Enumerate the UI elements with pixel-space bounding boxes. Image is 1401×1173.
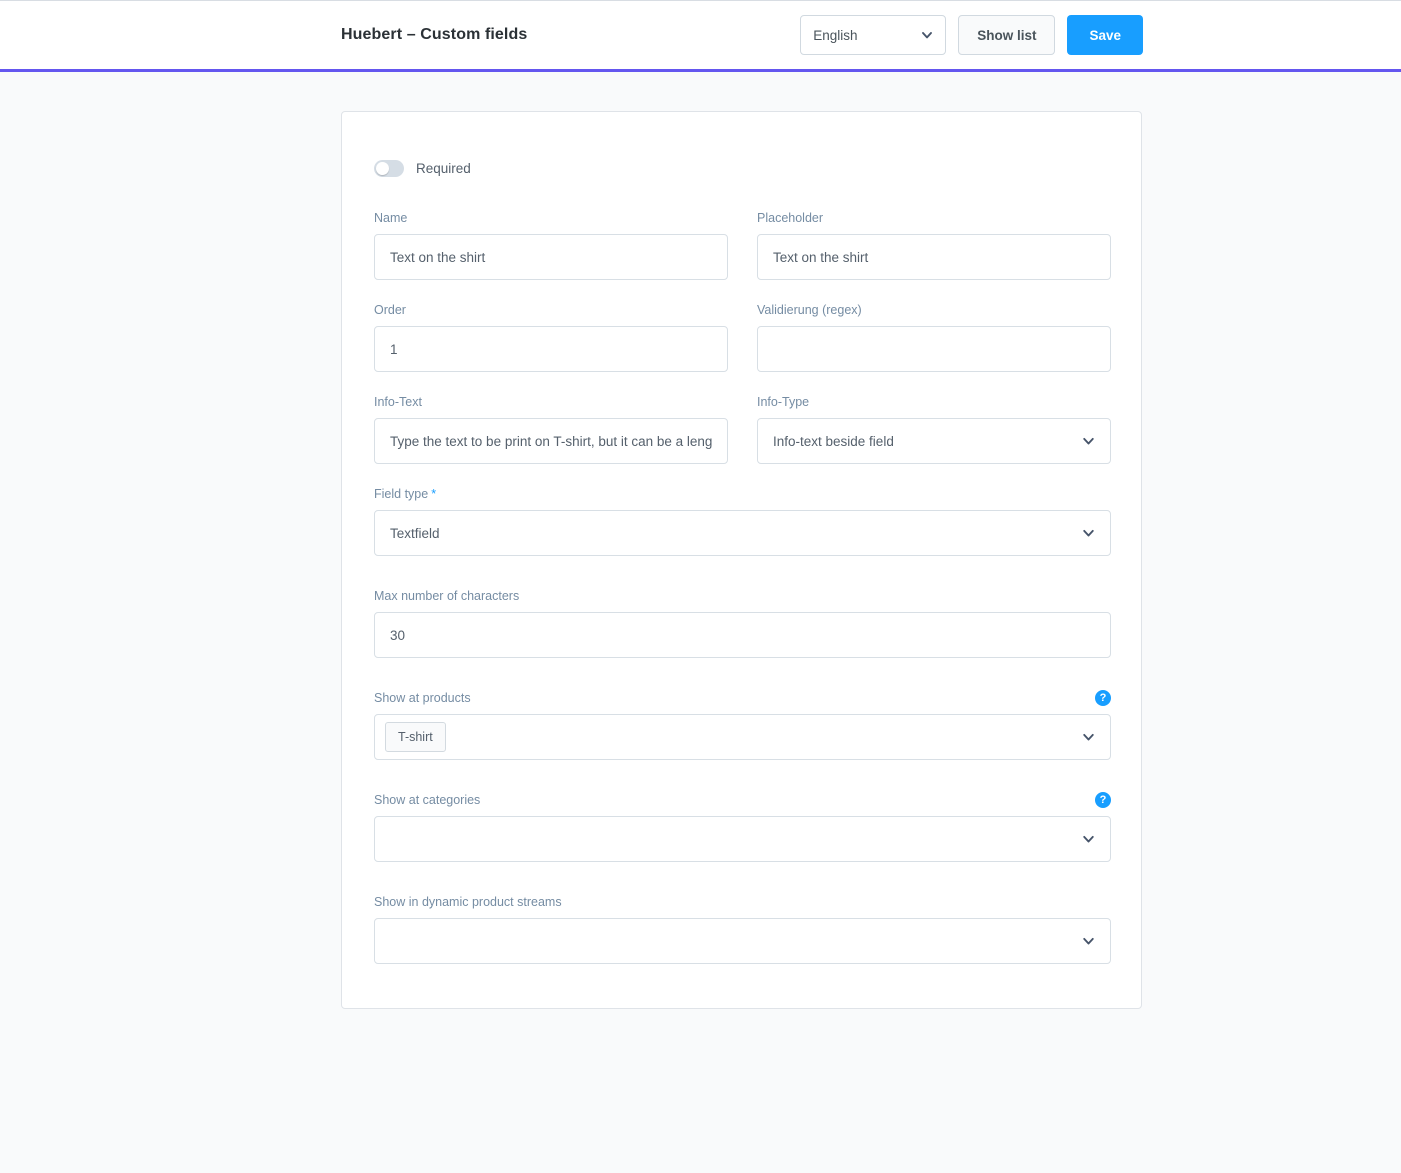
- info-text-input[interactable]: [374, 418, 728, 464]
- show-in-streams-label-line: Show in dynamic product streams: [374, 893, 1111, 911]
- content-area: Required Name Placeholder Order: [0, 72, 1401, 1086]
- field-field-type: Field type * Textfield: [374, 485, 1111, 556]
- order-label-line: Order: [374, 301, 728, 319]
- validation-input[interactable]: [757, 326, 1111, 372]
- save-button[interactable]: Save: [1067, 15, 1143, 55]
- toggle-knob: [376, 162, 389, 175]
- field-type-select[interactable]: Textfield: [374, 510, 1111, 556]
- field-type-value: Textfield: [390, 525, 440, 541]
- order-input[interactable]: [374, 326, 728, 372]
- show-in-streams-select[interactable]: [374, 918, 1111, 964]
- validation-label: Validierung (regex): [757, 303, 862, 317]
- name-label-line: Name: [374, 209, 728, 227]
- required-toggle[interactable]: [374, 160, 404, 177]
- help-icon[interactable]: ?: [1095, 792, 1111, 808]
- show-at-products-label: Show at products: [374, 691, 471, 705]
- chevron-down-icon: [1082, 833, 1095, 846]
- field-show-at-products: Show at products ? T-shirt: [374, 689, 1111, 760]
- row-infotext-infotype: Info-Text Info-Type Info-text beside fie…: [374, 393, 1111, 464]
- required-toggle-label: Required: [416, 161, 471, 176]
- info-type-label: Info-Type: [757, 395, 810, 409]
- chevron-down-icon: [1082, 527, 1095, 540]
- info-text-label-line: Info-Text: [374, 393, 728, 411]
- show-at-products-label-line: Show at products ?: [374, 689, 1111, 707]
- language-select[interactable]: English: [800, 15, 947, 55]
- name-label: Name: [374, 211, 408, 225]
- language-select-value: English: [813, 27, 858, 43]
- field-show-in-streams: Show in dynamic product streams: [374, 893, 1111, 964]
- placeholder-input[interactable]: [757, 234, 1111, 280]
- show-at-categories-select[interactable]: [374, 816, 1111, 862]
- info-type-select[interactable]: Info-text beside field: [757, 418, 1111, 464]
- row-order-validation: Order Validierung (regex): [374, 301, 1111, 372]
- placeholder-label: Placeholder: [757, 211, 824, 225]
- validation-label-line: Validierung (regex): [757, 301, 1111, 319]
- placeholder-label-line: Placeholder: [757, 209, 1111, 227]
- toolbar-actions: English Show list Save: [800, 15, 1143, 55]
- chevron-down-icon: [921, 29, 933, 41]
- custom-field-form-card: Required Name Placeholder Order: [341, 111, 1142, 1009]
- field-show-at-categories: Show at categories ?: [374, 791, 1111, 862]
- name-input[interactable]: [374, 234, 728, 280]
- row-name-placeholder: Name Placeholder: [374, 209, 1111, 280]
- field-info-type: Info-Type Info-text beside field: [757, 393, 1111, 464]
- chevron-down-icon: [1082, 935, 1095, 948]
- info-text-label: Info-Text: [374, 395, 422, 409]
- field-name: Name: [374, 209, 728, 280]
- field-max-characters: Max number of characters: [374, 587, 1111, 658]
- chevron-down-icon: [1082, 731, 1095, 744]
- max-chars-label: Max number of characters: [374, 589, 520, 603]
- show-list-button[interactable]: Show list: [958, 15, 1056, 55]
- show-at-products-select[interactable]: T-shirt: [374, 714, 1111, 760]
- show-in-streams-label: Show in dynamic product streams: [374, 895, 562, 909]
- field-type-label: Field type: [374, 487, 429, 501]
- field-order: Order: [374, 301, 728, 372]
- field-info-text: Info-Text: [374, 393, 728, 464]
- info-type-value: Info-text beside field: [773, 433, 894, 449]
- chevron-down-icon: [1082, 435, 1095, 448]
- max-chars-label-line: Max number of characters: [374, 587, 1111, 605]
- field-placeholder: Placeholder: [757, 209, 1111, 280]
- help-icon[interactable]: ?: [1095, 690, 1111, 706]
- page-title: Huebert – Custom fields: [341, 26, 528, 43]
- show-at-categories-label: Show at categories: [374, 793, 481, 807]
- order-label: Order: [374, 303, 406, 317]
- selected-chip[interactable]: T-shirt: [385, 722, 446, 752]
- info-type-label-line: Info-Type: [757, 393, 1111, 411]
- max-chars-input[interactable]: [374, 612, 1111, 658]
- required-asterisk: *: [431, 487, 437, 501]
- field-validation: Validierung (regex): [757, 301, 1111, 372]
- top-toolbar: Huebert – Custom fields English Show lis…: [0, 0, 1401, 72]
- required-toggle-row: Required: [374, 160, 1109, 177]
- field-type-label-line: Field type *: [374, 485, 1111, 503]
- show-at-categories-label-line: Show at categories ?: [374, 791, 1111, 809]
